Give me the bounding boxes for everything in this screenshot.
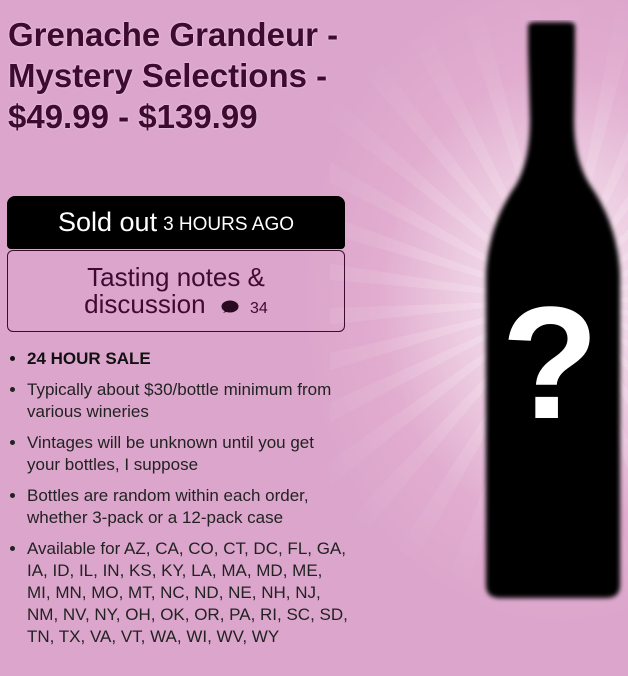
tasting-notes-line1: Tasting notes & (87, 262, 265, 292)
tasting-notes-line2: discussion (84, 289, 206, 319)
comment-count: 34 (250, 300, 268, 317)
feature-item: 24 HOUR SALE (27, 348, 348, 370)
feature-list: 24 HOUR SALE Typically about $30/bottle … (8, 348, 348, 657)
feature-item: Typically about $30/bottle minimum from … (27, 379, 348, 423)
sold-out-label: Sold out (58, 207, 158, 237)
product-title: Grenache Grandeur - Mystery Selections -… (8, 16, 339, 135)
question-mark-glyph: ? (501, 273, 599, 452)
feature-item: Bottles are random within each order, wh… (27, 485, 348, 529)
feature-item: Vintages will be unknown until you get y… (27, 432, 348, 476)
feature-item: Available for AZ, CA, CO, CT, DC, FL, GA… (27, 538, 348, 648)
mystery-wine-bottle-icon: ? (486, 22, 620, 598)
tasting-notes-button[interactable]: Tasting notes & discussion 34 (7, 250, 345, 332)
sold-out-status: Sold out 3 HOURS AGO (7, 196, 345, 249)
comment-bubble-icon (221, 293, 239, 320)
sold-out-time: 3 HOURS AGO (163, 214, 294, 235)
